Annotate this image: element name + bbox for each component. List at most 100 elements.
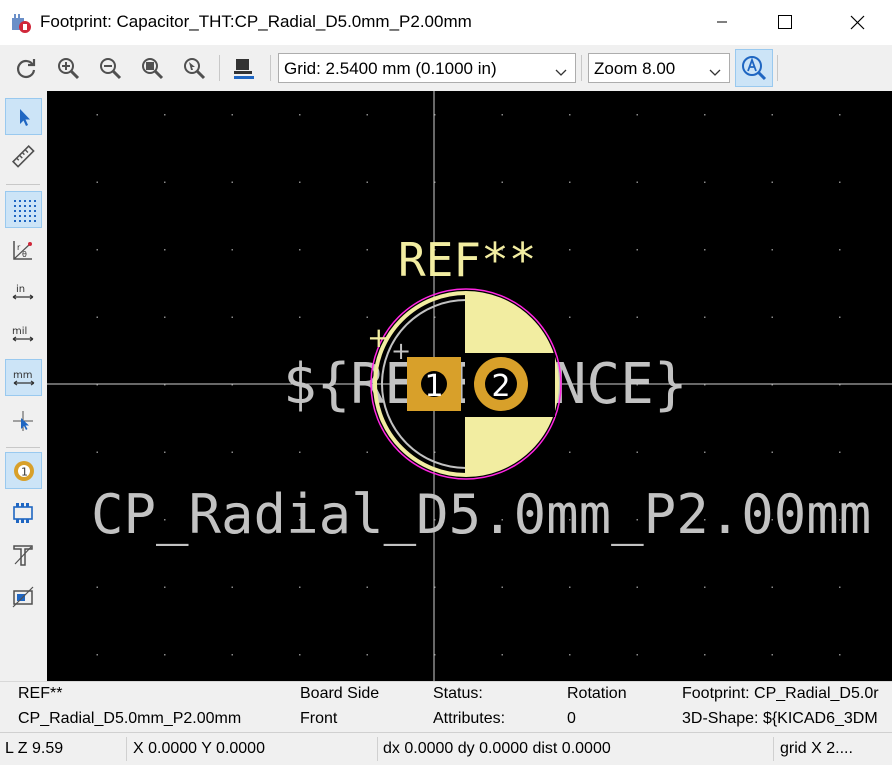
canvas-drawing: ${REFERENCE} + + 1 2 REF** CP_Radial_D5.… xyxy=(47,91,892,681)
text-outline-toggle[interactable] xyxy=(5,537,42,574)
select-tool-button[interactable] xyxy=(5,98,42,135)
show-grid-toggle[interactable] xyxy=(5,191,42,228)
grid-dot xyxy=(771,654,773,656)
zoom-to-objects-button[interactable] xyxy=(177,51,211,85)
grid-dot xyxy=(96,181,98,183)
zoom-fit-button[interactable] xyxy=(135,51,169,85)
status-delta: dx 0.0000 dy 0.0000 dist 0.0000 xyxy=(383,740,611,757)
grid-dot xyxy=(636,586,638,588)
grid-dot xyxy=(771,586,773,588)
grid-dot xyxy=(839,586,841,588)
grid-dot xyxy=(231,654,233,656)
grid-dot xyxy=(96,249,98,251)
zoom-select-value: Zoom 8.00 xyxy=(594,59,676,78)
msg-rotation-value: 0 xyxy=(567,710,576,727)
grid-dot xyxy=(704,181,706,183)
units-mils-button[interactable]: mil xyxy=(5,316,42,353)
units-inches-button[interactable]: in xyxy=(5,274,42,311)
grid-dot xyxy=(164,181,166,183)
grid-dot xyxy=(704,249,706,251)
measure-tool-button[interactable] xyxy=(5,138,42,175)
grid-dot xyxy=(569,249,571,251)
svg-text:1: 1 xyxy=(21,466,28,479)
msg-status-label: Status: xyxy=(433,685,483,702)
message-panel: REF** CP_Radial_D5.0mm_P2.00mm Board Sid… xyxy=(0,681,892,732)
polar-coords-toggle[interactable]: rθ xyxy=(5,232,42,269)
grid-dot xyxy=(299,654,301,656)
grid-select-value: Grid: 2.5400 mm (0.1000 in) xyxy=(284,59,497,78)
grid-dot xyxy=(569,586,571,588)
grid-dot xyxy=(636,654,638,656)
grid-dot xyxy=(771,114,773,116)
grid-dot xyxy=(231,586,233,588)
grid-dot xyxy=(164,586,166,588)
redraw-button[interactable] xyxy=(9,51,43,85)
grid-dot xyxy=(569,316,571,318)
grid-dot xyxy=(299,451,301,453)
grid-dot xyxy=(636,181,638,183)
maximize-button[interactable] xyxy=(756,0,824,45)
grid-dot xyxy=(96,451,98,453)
status-separator xyxy=(377,737,378,761)
grid-dot xyxy=(636,316,638,318)
grid-dot xyxy=(231,316,233,318)
grid-dot xyxy=(96,654,98,656)
full-crosshair-toggle[interactable] xyxy=(5,403,42,440)
grid-dot xyxy=(704,654,706,656)
status-zoom-value: Z 9.59 xyxy=(17,740,64,757)
toolbar-separator xyxy=(219,55,220,81)
units-mm-button[interactable]: mm xyxy=(5,359,42,396)
grid-dot xyxy=(96,316,98,318)
grid-dot xyxy=(366,249,368,251)
auto-zoom-toggle[interactable] xyxy=(735,49,773,87)
grid-dot xyxy=(501,586,503,588)
msg-3d-shape-label: 3D-Shape: ${KICAD6_3DM xyxy=(682,710,878,727)
pad-fill-toggle[interactable] xyxy=(5,495,42,532)
grid-dot xyxy=(299,316,301,318)
grid-dot xyxy=(164,451,166,453)
grid-dot xyxy=(569,114,571,116)
svg-text:mil: mil xyxy=(12,326,27,337)
grid-dot xyxy=(164,249,166,251)
close-button[interactable] xyxy=(824,0,892,45)
grid-dot xyxy=(704,114,706,116)
grid-dot xyxy=(366,181,368,183)
status-separator xyxy=(773,737,774,761)
grid-select[interactable]: Grid: 2.5400 mm (0.1000 in) xyxy=(278,53,576,83)
graphic-outline-toggle[interactable] xyxy=(5,579,42,616)
svg-text:in: in xyxy=(16,284,25,295)
grid-dot xyxy=(839,451,841,453)
grid-dot xyxy=(636,451,638,453)
toolbar-separator xyxy=(6,184,40,185)
grid-dot xyxy=(164,654,166,656)
minimize-button[interactable] xyxy=(688,0,756,45)
msg-attributes-label: Attributes: xyxy=(433,710,506,727)
grid-dot xyxy=(704,316,706,318)
toolbar-separator xyxy=(581,55,582,81)
zoom-out-button[interactable] xyxy=(93,51,127,85)
window-title: Footprint: Capacitor_THT:CP_Radial_D5.0m… xyxy=(40,12,472,31)
chevron-down-icon xyxy=(709,64,721,82)
msg-reference: REF** xyxy=(18,685,63,702)
grid-dot xyxy=(501,114,503,116)
reference-text: REF** xyxy=(398,233,536,287)
grid-dot xyxy=(231,249,233,251)
status-zoom-l: L xyxy=(5,740,18,757)
grid-dot xyxy=(231,451,233,453)
grid-dot xyxy=(636,249,638,251)
pad-numbers-toggle[interactable]: 1 xyxy=(5,452,42,489)
grid-dot xyxy=(299,181,301,183)
grid-dot xyxy=(636,114,638,116)
grid-dot xyxy=(839,249,841,251)
grid-dot xyxy=(839,181,841,183)
grid-dot xyxy=(771,181,773,183)
chevron-down-icon xyxy=(555,64,567,82)
footprint-canvas[interactable]: ${REFERENCE} + + 1 2 REF** CP_Radial_D5.… xyxy=(47,91,892,681)
grid-dot xyxy=(366,316,368,318)
status-separator xyxy=(126,737,127,761)
grid-dot xyxy=(771,316,773,318)
zoom-select[interactable]: Zoom 8.00 xyxy=(588,53,730,83)
layer-select-button[interactable] xyxy=(227,51,261,85)
svg-text:mm: mm xyxy=(13,370,32,381)
zoom-in-button[interactable] xyxy=(51,51,85,85)
